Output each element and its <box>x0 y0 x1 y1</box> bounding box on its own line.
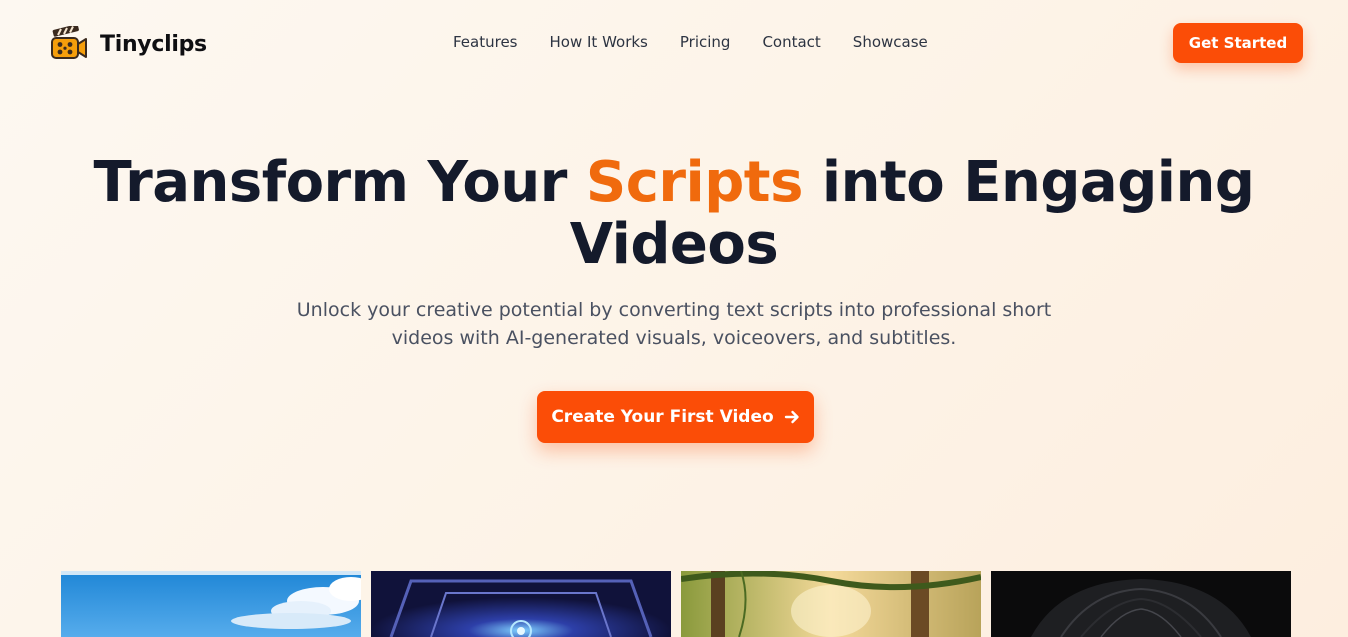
showcase-thumbnail-portrait[interactable] <box>991 571 1291 637</box>
showcase-thumbnail-forest[interactable] <box>681 571 981 637</box>
hero-subtitle: Unlock your creative potential by conver… <box>296 299 1052 349</box>
nav-link-features[interactable]: Features <box>453 33 518 51</box>
portrait-scene-image <box>991 571 1291 637</box>
clapperboard-camera-icon <box>51 26 87 59</box>
create-first-video-button[interactable]: Create Your First Video <box>537 391 814 443</box>
site-header: Tinyclips Features How It Works Pricing … <box>0 0 1348 88</box>
showcase-thumbnails <box>61 571 1291 637</box>
temple-scene-image <box>371 571 671 637</box>
nav-link-pricing[interactable]: Pricing <box>680 33 731 51</box>
hero-title-start: Transform Your <box>93 150 586 215</box>
arrow-right-icon <box>784 410 799 424</box>
main-nav: Features How It Works Pricing Contact Sh… <box>453 33 928 51</box>
forest-scene-image <box>681 571 981 637</box>
showcase-thumbnail-sky[interactable] <box>61 571 361 637</box>
hero-title: Transform Your Scripts into Engaging Vid… <box>0 152 1348 276</box>
nav-link-how-it-works[interactable]: How It Works <box>550 33 648 51</box>
sky-scene-image <box>61 571 361 637</box>
create-first-video-label: Create Your First Video <box>551 407 774 427</box>
brand-logo[interactable]: Tinyclips <box>50 24 207 64</box>
brand-name: Tinyclips <box>100 31 207 57</box>
nav-link-showcase[interactable]: Showcase <box>853 33 928 51</box>
nav-link-contact[interactable]: Contact <box>762 33 820 51</box>
hero-title-highlight: Scripts <box>585 150 804 215</box>
get-started-button[interactable]: Get Started <box>1173 23 1303 63</box>
showcase-thumbnail-temple[interactable] <box>371 571 671 637</box>
